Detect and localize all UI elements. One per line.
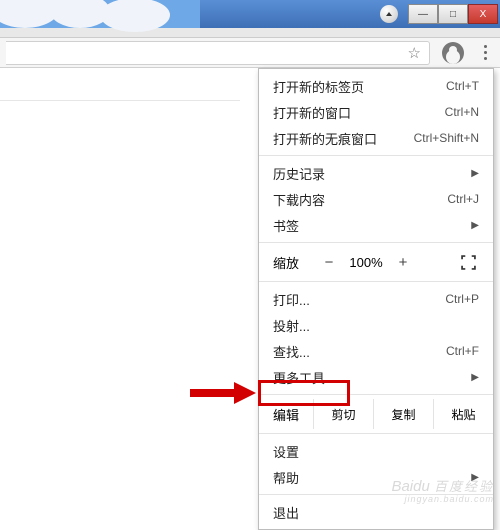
zoom-out-button[interactable]: − xyxy=(315,251,343,273)
menu-item-exit[interactable]: 退出 xyxy=(259,499,493,525)
close-button[interactable]: X xyxy=(468,4,498,24)
edit-copy[interactable]: 复制 xyxy=(373,399,433,429)
menu-button[interactable] xyxy=(476,42,494,63)
menu-item-zoom: 缩放 − 100% + xyxy=(259,247,493,277)
menu-item-print[interactable]: 打印... Ctrl+P xyxy=(259,286,493,312)
menu-item-help[interactable]: 帮助 ▶ xyxy=(259,464,493,490)
zoom-in-button[interactable]: + xyxy=(389,251,417,273)
tab-strip xyxy=(0,28,500,38)
profile-avatar-icon[interactable] xyxy=(442,42,464,64)
toolbar: ☆ xyxy=(0,38,500,68)
menu-item-edit: 编辑 剪切 复制 粘贴 xyxy=(259,399,493,429)
titlebar-badge-icon xyxy=(380,5,398,23)
menu-item-find[interactable]: 查找... Ctrl+F xyxy=(259,338,493,364)
chevron-right-icon: ▶ xyxy=(471,472,479,483)
menu-item-downloads[interactable]: 下载内容 Ctrl+J xyxy=(259,186,493,212)
bookmark-star-icon[interactable]: ☆ xyxy=(408,44,421,62)
menu-item-new-tab[interactable]: 打开新的标签页 Ctrl+T xyxy=(259,73,493,99)
desktop-background xyxy=(0,0,200,28)
menu-item-new-window[interactable]: 打开新的窗口 Ctrl+N xyxy=(259,99,493,125)
chevron-right-icon: ▶ xyxy=(471,372,479,383)
chevron-right-icon: ▶ xyxy=(471,220,479,231)
chrome-menu: 打开新的标签页 Ctrl+T 打开新的窗口 Ctrl+N 打开新的无痕窗口 Ct… xyxy=(258,68,494,530)
menu-item-incognito[interactable]: 打开新的无痕窗口 Ctrl+Shift+N xyxy=(259,125,493,151)
menu-item-settings[interactable]: 设置 xyxy=(259,438,493,464)
menu-item-more-tools[interactable]: 更多工具 ▶ xyxy=(259,364,493,390)
menu-item-cast[interactable]: 投射... xyxy=(259,312,493,338)
annotation-arrow xyxy=(190,380,256,406)
edit-paste[interactable]: 粘贴 xyxy=(433,399,493,429)
maximize-button[interactable]: □ xyxy=(438,4,468,24)
page-separator xyxy=(0,100,240,101)
window-controls: — □ X xyxy=(408,4,498,24)
window-titlebar: — □ X xyxy=(0,0,500,28)
edit-cut[interactable]: 剪切 xyxy=(313,399,373,429)
omnibox[interactable]: ☆ xyxy=(6,41,430,65)
menu-item-bookmarks[interactable]: 书签 ▶ xyxy=(259,212,493,238)
fullscreen-icon[interactable] xyxy=(457,251,479,273)
menu-item-history[interactable]: 历史记录 ▶ xyxy=(259,160,493,186)
minimize-button[interactable]: — xyxy=(408,4,438,24)
zoom-value: 100% xyxy=(343,255,389,270)
chevron-right-icon: ▶ xyxy=(471,168,479,179)
